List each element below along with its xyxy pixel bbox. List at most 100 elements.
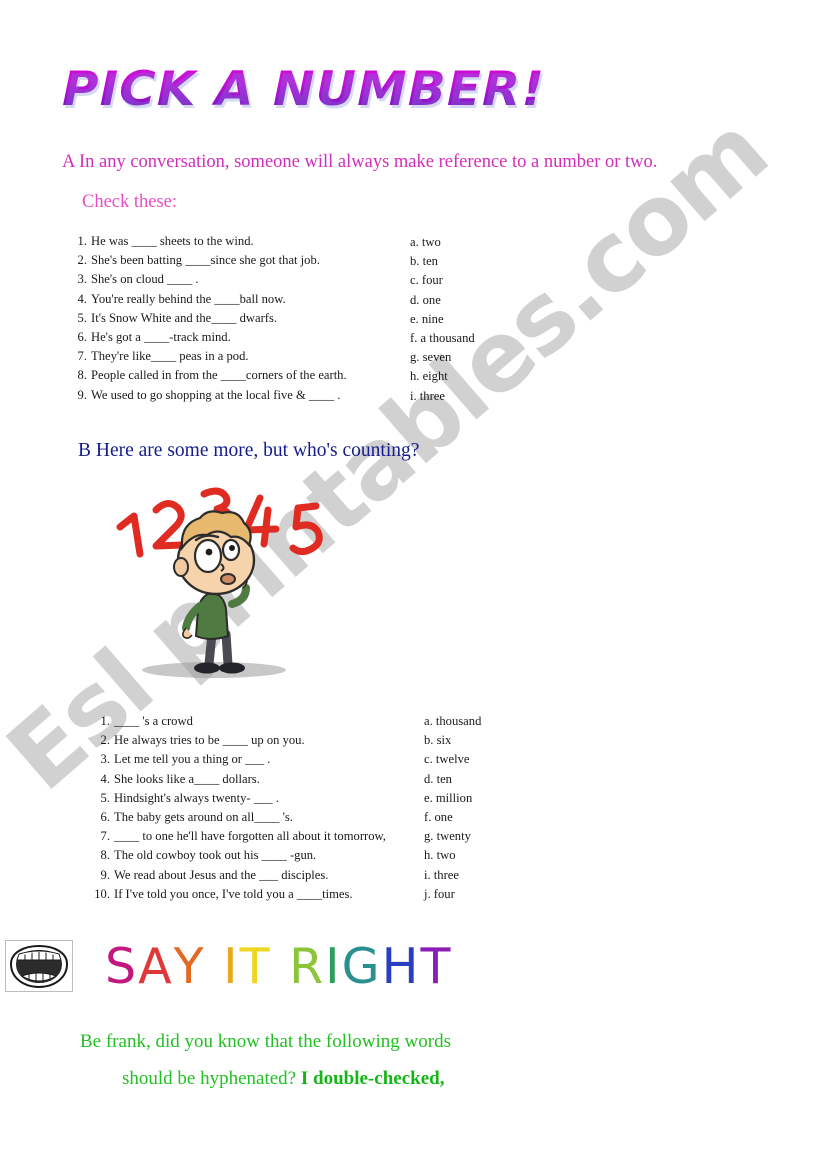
list-item: 2. She's been batting ____since she got t…: [70, 251, 347, 270]
sir-letter: Y: [173, 938, 206, 995]
say-it-right-title: SAY IT RIGHT: [105, 938, 452, 995]
item-text: It's Snow White and the____ dwarfs.: [91, 310, 278, 325]
answer-option: j. four: [424, 886, 455, 901]
item-number: 2.: [100, 733, 110, 748]
item-number: 6.: [100, 810, 110, 825]
item-text: He always tries to be ____ up on you.: [114, 733, 305, 748]
answer-option: i. three: [424, 867, 459, 882]
item-number: 1.: [100, 714, 110, 728]
page-title: PICK A NUMBER!: [62, 62, 546, 117]
item-text: The old cowboy took out his ____ -gun.: [114, 848, 317, 863]
item-text: We read about Jesus and the ___ disciple…: [114, 867, 329, 882]
answer-option: d. one: [410, 292, 441, 307]
answer-option: d. ten: [424, 771, 452, 786]
sir-letter: [272, 938, 290, 995]
section-b-heading: B Here are some more, but who's counting…: [78, 440, 420, 461]
item-number: 1.: [77, 234, 87, 248]
section-a-intro: A In any conversation, someone will alwa…: [62, 152, 658, 172]
list-item: 5. Hindsight's always twenty- ___ .: [88, 789, 386, 808]
item-text: She's on cloud ____ .: [91, 272, 199, 287]
mouth-icon: [5, 940, 73, 992]
answer-option: c. twelve: [424, 752, 470, 767]
item-number: 3.: [77, 272, 87, 287]
sir-letter: H: [381, 938, 421, 995]
list-item: 2. He always tries to be ____ up on you.: [88, 731, 386, 750]
answer-option: g. seven: [410, 350, 452, 365]
list-item: 3. Let me tell you a thing or ___ .: [88, 750, 386, 769]
sir-letter: A: [138, 938, 174, 995]
answer-option: a. two: [410, 235, 441, 249]
hyphenation-question-line1: Be frank, did you know that the followin…: [80, 1031, 451, 1052]
list-item: 3. She's on cloud ____ .: [70, 270, 347, 289]
answer-option: i. three: [410, 388, 445, 403]
mouth-icon-svg: [5, 940, 73, 992]
list-item: 6. The baby gets around on all____ 's.: [88, 808, 386, 827]
item-text: She's been batting ____since she got tha…: [91, 253, 320, 268]
list-item: 1. He was ____ sheets to the wind.: [70, 232, 347, 251]
sir-letter: I: [223, 938, 240, 995]
answer-option: e. million: [424, 790, 473, 805]
answer-option: f. a thousand: [410, 331, 475, 346]
item-text: He's got a ____-track mind.: [91, 330, 231, 345]
answer-option: a. thousand: [424, 714, 482, 728]
answer-option: h. two: [424, 848, 456, 863]
item-text: She looks like a____ dollars.: [114, 771, 260, 786]
list-item: 6. He's got a ____-track mind.: [70, 328, 347, 347]
item-number: 7.: [77, 349, 87, 364]
answer-option: g. twenty: [424, 829, 471, 844]
item-text: We used to go shopping at the local five…: [91, 387, 341, 402]
section-a-question-list: 1. He was ____ sheets to the wind. 2. She'…: [70, 232, 347, 405]
answer-option: c. four: [410, 273, 443, 288]
item-text: Hindsight's always twenty- ___ .: [114, 790, 279, 805]
item-text: ____ to one he'll have forgotten all abo…: [114, 829, 386, 844]
list-item: 4. You're really behind the ____ball now.: [70, 290, 347, 309]
answer-option: e. nine: [410, 311, 444, 326]
sir-letter: T: [420, 938, 453, 995]
item-number: 5.: [100, 790, 110, 805]
item-text: They're like____ peas in a pod.: [91, 349, 249, 364]
answer-option: h. eight: [410, 369, 448, 384]
item-number: 9.: [100, 867, 110, 882]
hyphenation-question-plain: should be hyphenated?: [122, 1068, 301, 1089]
section-a-answer-options: a. two b. ten c. four d. one e. nine f. …: [410, 233, 475, 406]
item-number: 4.: [100, 771, 110, 786]
list-item: 1. ____ 's a crowd: [88, 712, 386, 731]
sir-letter: R: [289, 938, 326, 995]
hyphenation-question-line2: should be hyphenated? I double-checked,: [122, 1068, 444, 1090]
item-text: Let me tell you a thing or ___ .: [114, 752, 271, 767]
item-number: 2.: [77, 253, 87, 268]
item-number: 8.: [100, 848, 110, 863]
item-text: He was ____ sheets to the wind.: [91, 234, 254, 248]
item-text: People called in from the ____corners of…: [91, 368, 347, 383]
list-item: 7. ____ to one he'll have forgotten all a…: [88, 827, 386, 846]
item-number: 6.: [77, 330, 87, 345]
answer-option: b. ten: [410, 254, 438, 269]
worksheet-page: Esl printables.com PICK A NUMBER! A In a…: [0, 0, 821, 1169]
section-b-question-list: 1. ____ 's a crowd 2. He always tries to b…: [88, 712, 386, 904]
item-text: If I've told you once, I've told you a _…: [114, 886, 353, 901]
section-a-check-label: Check these:: [82, 192, 178, 212]
item-text: The baby gets around on all____ 's.: [114, 810, 293, 825]
item-number: 4.: [77, 291, 87, 306]
item-number: 8.: [77, 368, 87, 383]
sir-letter: [206, 938, 224, 995]
list-item: 5. It's Snow White and the____ dwarfs.: [70, 309, 347, 328]
item-text: ____ 's a crowd: [114, 714, 193, 728]
item-number: 3.: [100, 752, 110, 767]
page-title-container: PICK A NUMBER!: [62, 62, 544, 117]
item-text: You're really behind the ____ball now.: [91, 291, 286, 306]
list-item: 9. We read about Jesus and the ___ discip…: [88, 866, 386, 885]
sir-letter: G: [341, 938, 382, 995]
illustration-svg: [116, 487, 323, 678]
list-item: 10. If I've told you once, I've told you …: [88, 885, 386, 904]
list-item: 4. She looks like a____ dollars.: [88, 770, 386, 789]
list-item: 8. The old cowboy took out his ____ -gun.: [88, 846, 386, 865]
item-number: 5.: [77, 310, 87, 325]
list-item: 9. We used to go shopping at the local fi…: [70, 386, 347, 405]
answer-option: b. six: [424, 733, 452, 748]
list-item: 8. People called in from the ____corners …: [70, 366, 347, 385]
list-item: 7. They're like____ peas in a pod.: [70, 347, 347, 366]
sir-letter: I: [325, 938, 342, 995]
answer-option: f. one: [424, 810, 453, 825]
item-number: 9.: [77, 387, 87, 402]
